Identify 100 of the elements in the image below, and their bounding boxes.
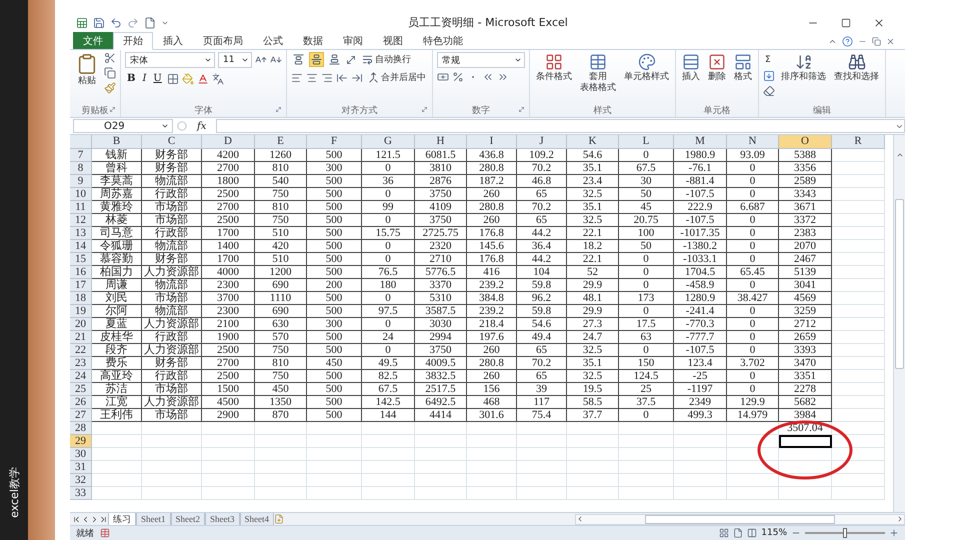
decrease-decimal-icon[interactable] <box>497 71 509 83</box>
row-header[interactable]: 31 <box>70 461 92 474</box>
sheet-tab[interactable]: Sheet3 <box>205 512 240 526</box>
fill-color-icon[interactable] <box>182 72 194 84</box>
scroll-thumb[interactable] <box>645 514 835 524</box>
cell-styles-button[interactable]: 单元格样式 <box>622 52 671 84</box>
find-select-button[interactable]: 查找和选择 <box>832 52 881 84</box>
dialog-launcher-icon[interactable] <box>518 106 525 113</box>
maximize-icon[interactable] <box>841 18 851 28</box>
row-header[interactable]: 27 <box>70 409 92 422</box>
zoom-slider-thumb[interactable] <box>843 528 847 538</box>
sort-filter-button[interactable]: 排序和筛选 <box>779 52 828 84</box>
autosum-button[interactable]: Σ <box>763 52 775 67</box>
name-box[interactable]: O29 <box>73 119 173 133</box>
ribbon-tab[interactable]: 审阅 <box>333 32 373 49</box>
new-file-icon[interactable] <box>144 16 156 28</box>
format-icon[interactable] <box>734 53 752 71</box>
column-header[interactable]: L <box>619 135 674 149</box>
orientation-icon[interactable] <box>345 54 357 66</box>
vertical-scrollbar[interactable] <box>893 135 905 512</box>
delete-button[interactable]: 删除 <box>706 52 728 84</box>
column-header[interactable]: H <box>415 135 467 149</box>
font-name-field[interactable]: 宋体 <box>125 52 215 68</box>
sheet-tab[interactable]: Sheet1 <box>136 512 170 526</box>
previous-sheet-icon[interactable] <box>81 514 90 524</box>
row-header[interactable]: 23 <box>70 357 92 370</box>
column-header[interactable]: G <box>362 135 415 149</box>
row-header[interactable]: 7 <box>70 149 92 162</box>
phonetic-icon[interactable] <box>212 72 224 84</box>
page-break-view-icon[interactable] <box>747 528 758 538</box>
zoom-in-icon[interactable] <box>889 528 899 538</box>
formula-input[interactable] <box>216 119 905 133</box>
row-header[interactable]: 18 <box>70 292 92 305</box>
increase-decimal-icon[interactable] <box>482 71 494 83</box>
row-header[interactable]: 17 <box>70 279 92 292</box>
increase-indent-icon[interactable] <box>351 72 363 84</box>
row-header[interactable]: 21 <box>70 331 92 344</box>
row-header[interactable]: 13 <box>70 227 92 240</box>
sheet-tab[interactable]: Sheet4 <box>240 512 274 526</box>
first-sheet-icon[interactable] <box>72 514 81 524</box>
row-header[interactable]: 22 <box>70 344 92 357</box>
next-sheet-icon[interactable] <box>90 514 99 524</box>
scroll-thumb[interactable] <box>895 199 904 369</box>
dialog-launcher-icon[interactable] <box>275 106 282 113</box>
scroll-up-icon[interactable] <box>896 151 904 159</box>
percent-icon[interactable] <box>452 71 464 83</box>
row-header[interactable]: 8 <box>70 162 92 175</box>
file-menu-tab[interactable]: 文件 <box>73 32 113 49</box>
row-header[interactable]: 19 <box>70 305 92 318</box>
dialog-launcher-icon[interactable] <box>421 106 428 113</box>
align-center-icon[interactable] <box>306 72 318 84</box>
row-header[interactable]: 32 <box>70 474 92 487</box>
column-header[interactable]: F <box>307 135 362 149</box>
column-header[interactable]: M <box>674 135 727 149</box>
last-sheet-icon[interactable] <box>99 514 108 524</box>
wrap-text-button[interactable]: 自动换行 <box>360 52 413 67</box>
vertical-align-button[interactable] <box>309 52 324 67</box>
insert-button[interactable]: 插入 <box>680 52 702 84</box>
italic-button[interactable]: I <box>140 71 148 86</box>
row-header[interactable]: 30 <box>70 448 92 461</box>
redo-icon[interactable] <box>127 16 139 28</box>
cut-icon[interactable] <box>104 52 116 64</box>
collapse-ribbon-icon[interactable] <box>828 37 837 46</box>
row-header[interactable]: 29 <box>70 435 92 448</box>
column-header[interactable]: R <box>832 135 885 149</box>
undo-icon[interactable] <box>110 16 122 28</box>
sheet-tab[interactable]: Sheet2 <box>170 512 205 526</box>
paste-button[interactable]: 粘贴 <box>74 52 100 88</box>
page-layout-view-icon[interactable] <box>733 528 744 538</box>
font-color-icon[interactable] <box>196 72 209 84</box>
close-icon[interactable] <box>873 16 885 28</box>
row-header[interactable]: 15 <box>70 253 92 266</box>
number-format-field[interactable]: 常规 <box>437 52 525 68</box>
sheet-tab[interactable]: 练习 <box>108 512 136 526</box>
currency-icon[interactable] <box>437 71 449 83</box>
row-header[interactable]: 16 <box>70 266 92 279</box>
table-icon[interactable] <box>589 53 607 71</box>
column-header[interactable]: E <box>255 135 307 149</box>
caret-icon[interactable] <box>204 56 212 64</box>
macro-record-icon[interactable] <box>100 528 110 538</box>
eraser-icon[interactable] <box>763 85 775 97</box>
ribbon-tab[interactable]: 数据 <box>293 32 333 49</box>
font-size-field[interactable]: 11 <box>218 52 252 68</box>
binoculars-icon[interactable] <box>848 53 866 71</box>
zoom-level[interactable]: 115% <box>761 528 787 538</box>
help-icon[interactable] <box>842 36 853 47</box>
underline-button[interactable]: U <box>151 71 164 86</box>
row-header[interactable]: 12 <box>70 214 92 227</box>
new-sheet-icon[interactable] <box>274 514 284 524</box>
scroll-left-icon[interactable] <box>576 515 584 523</box>
column-header[interactable]: O <box>779 135 832 149</box>
dialog-launcher-icon[interactable] <box>109 106 116 113</box>
sort-icon[interactable] <box>794 53 812 71</box>
format-painter-icon[interactable] <box>104 82 116 94</box>
caret-icon[interactable] <box>241 56 249 64</box>
normal-view-icon[interactable] <box>719 528 730 538</box>
column-header[interactable]: I <box>467 135 517 149</box>
delete-icon[interactable] <box>708 53 726 71</box>
grid-icon[interactable] <box>545 53 563 71</box>
spreadsheet-app-icon[interactable] <box>76 16 88 28</box>
